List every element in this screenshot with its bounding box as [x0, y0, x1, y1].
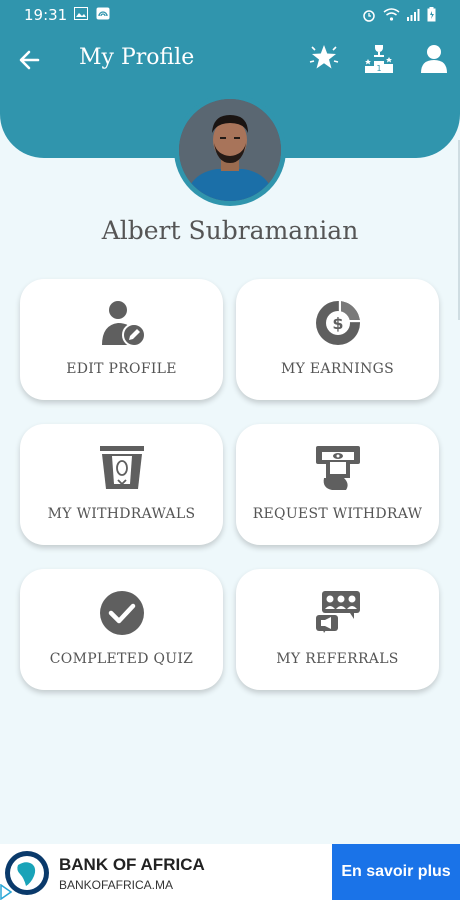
my-referrals-label: MY REFERRALS	[276, 651, 399, 667]
back-arrow-icon[interactable]	[16, 46, 44, 74]
alarm-icon	[363, 9, 375, 22]
svg-text:1: 1	[376, 64, 381, 73]
check-circle-icon	[100, 591, 144, 635]
star-badge-icon[interactable]	[308, 42, 340, 74]
my-referrals-card[interactable]: MY REFERRALS	[236, 569, 439, 690]
status-time: 19:31	[24, 6, 68, 24]
edit-profile-card[interactable]: EDIT PROFILE	[20, 279, 223, 400]
user-icon[interactable]	[418, 42, 450, 74]
page-title: My Profile	[79, 45, 195, 70]
ad-cta-button[interactable]: En savoir plus	[332, 844, 460, 900]
battery-icon	[427, 7, 436, 22]
ad-choices-icon[interactable]	[0, 884, 12, 900]
ad-banner[interactable]: BANK OF AFRICA BANKOFAFRICA.MA En savoir…	[0, 844, 460, 900]
my-earnings-label: MY EARNINGS	[280, 361, 394, 377]
gallery-icon	[74, 7, 88, 20]
avatar-ring	[174, 94, 286, 206]
signal-icon	[407, 8, 420, 21]
leaderboard-icon[interactable]: 1	[363, 42, 395, 74]
completed-quiz-card[interactable]: COMPLETED QUIZ	[20, 569, 223, 690]
withdrawals-icon	[100, 446, 144, 489]
user-name: Albert Subramanian	[101, 216, 359, 245]
completed-quiz-label: COMPLETED QUIZ	[49, 651, 194, 667]
cast-icon	[96, 7, 110, 20]
earnings-icon: $	[316, 301, 360, 345]
my-earnings-card[interactable]: $ MY EARNINGS	[236, 279, 439, 400]
ad-title: BANK OF AFRICA	[59, 855, 205, 874]
top-app-bar: My Profile 1	[0, 36, 460, 82]
edit-profile-icon	[102, 301, 146, 347]
request-withdraw-card[interactable]: REQUEST WITHDRAW	[236, 424, 439, 545]
status-bar: 19:31	[0, 0, 460, 30]
avatar-photo	[179, 99, 281, 201]
request-withdraw-icon	[316, 446, 360, 490]
my-withdrawals-card[interactable]: MY WITHDRAWALS	[20, 424, 223, 545]
request-withdraw-label: REQUEST WITHDRAW	[252, 506, 423, 522]
svg-text:$: $	[332, 314, 343, 333]
referrals-icon	[316, 591, 360, 633]
ad-url: BANKOFAFRICA.MA	[59, 878, 174, 892]
avatar[interactable]	[179, 99, 281, 201]
wifi-icon	[383, 8, 400, 21]
edit-profile-label: EDIT PROFILE	[66, 361, 177, 377]
my-withdrawals-label: MY WITHDRAWALS	[47, 506, 196, 522]
